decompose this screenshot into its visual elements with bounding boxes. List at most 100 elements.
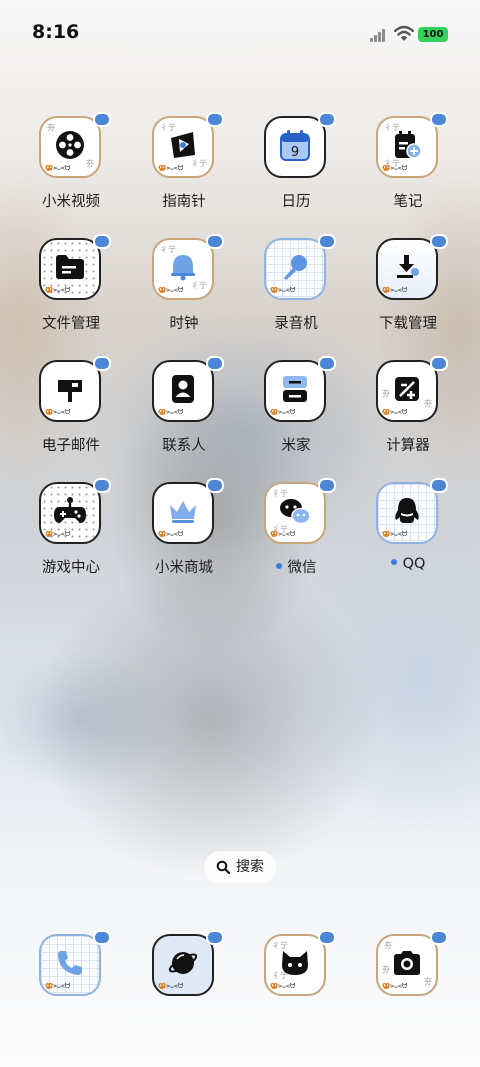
icon-mark: 🥨>ᴗ<ᗢ	[158, 530, 184, 538]
app-file-manager[interactable]: 🥨>ᴗ<ᗢ 文件管理	[17, 234, 125, 342]
app-icon-frame: 🥨>ᴗ<ᗢ	[39, 360, 101, 422]
app-notes[interactable]: 彳亍 彳亍 🥨>ᴗ<ᗢ 笔记	[354, 112, 462, 220]
icon-mark: 🥨>ᴗ<ᗢ	[158, 982, 184, 990]
icon-mark: 🥨>ᴗ<ᗢ	[382, 164, 408, 172]
app-mi-store[interactable]: 🥨>ᴗ<ᗢ 小米商城	[130, 478, 238, 586]
calculator-icon	[395, 376, 419, 401]
fish-badge-icon	[430, 356, 448, 371]
notification-dot	[390, 559, 397, 565]
download-icon	[397, 254, 419, 278]
icon-mark: 🥨>ᴗ<ᗢ	[382, 286, 408, 294]
app-label: 游戏中心	[42, 560, 100, 576]
dock-camera[interactable]: 夯夯夯 🥨>ᴗ<ᗢ	[354, 930, 462, 1038]
app-label: 下载管理	[379, 316, 437, 332]
compass-icon	[171, 131, 195, 158]
film-reel-icon	[56, 130, 84, 159]
icon-mark: 🥨>ᴗ<ᗢ	[45, 408, 71, 416]
home-screen: 8:16 100 夯夯 🥨>ᴗ<ᗢ 小米视频 彳亍 彳亍 🥨>ᴗ<ᗢ 指南针 9…	[0, 0, 480, 1067]
app-label: 指南针	[162, 194, 206, 210]
wifi-icon	[394, 25, 414, 41]
app-icon-frame: 9	[264, 116, 326, 178]
calendar-date: 9	[291, 145, 299, 160]
app-icon-frame: 🥨>ᴗ<ᗢ	[264, 238, 326, 300]
app-email[interactable]: 🥨>ᴗ<ᗢ 电子邮件	[17, 356, 125, 464]
fish-badge-icon	[93, 112, 111, 127]
app-qq[interactable]: 🥨>ᴗ<ᗢ QQ	[354, 478, 462, 586]
app-icon-frame: 🥨>ᴗ<ᗢ	[152, 934, 214, 996]
fish-badge-icon	[206, 356, 224, 371]
app-calculator[interactable]: 夯夯 🥨>ᴗ<ᗢ 计算器	[354, 356, 462, 464]
app-label: 米家	[281, 438, 311, 454]
app-label: 文件管理	[42, 316, 100, 332]
fish-badge-icon	[93, 930, 111, 945]
app-icon-frame: 彳亍 彳亍 🥨>ᴗ<ᗢ	[152, 238, 214, 300]
search-button[interactable]: 搜索	[204, 851, 276, 883]
folder-icon	[56, 254, 84, 279]
icon-mark: 🥨>ᴗ<ᗢ	[45, 982, 71, 990]
planet-icon	[168, 951, 198, 974]
app-label: 联系人	[162, 438, 206, 454]
app-game-center[interactable]: 🥨>ᴗ<ᗢ 游戏中心	[17, 478, 125, 586]
fish-badge-icon	[206, 478, 224, 493]
battery-icon: 100	[418, 27, 448, 42]
app-recorder[interactable]: 🥨>ᴗ<ᗢ 录音机	[242, 234, 350, 342]
app-mi-home[interactable]: 🥨>ᴗ<ᗢ 米家	[242, 356, 350, 464]
calendar-icon: 9	[280, 129, 310, 161]
app-icon-frame: 彳亍 彳亍 🥨>ᴗ<ᗢ	[264, 934, 326, 996]
fish-badge-icon	[430, 234, 448, 249]
app-label: 计算器	[386, 438, 430, 454]
gamepad-icon	[54, 496, 86, 523]
signal-icon	[370, 28, 387, 42]
icon-mark: 🥨>ᴗ<ᗢ	[45, 530, 71, 538]
app-wechat[interactable]: 彳亍 彳亍 🥨>ᴗ<ᗢ 微信	[242, 478, 350, 586]
fish-badge-icon	[430, 930, 448, 945]
dock-phone[interactable]: 🥨>ᴗ<ᗢ	[17, 930, 125, 1038]
dock-browser[interactable]: 🥨>ᴗ<ᗢ	[130, 930, 238, 1038]
fish-badge-icon	[206, 234, 224, 249]
app-icon-frame: 夯夯 🥨>ᴗ<ᗢ	[376, 360, 438, 422]
app-label: 录音机	[274, 316, 318, 332]
app-icon-frame: 🥨>ᴗ<ᗢ	[152, 482, 214, 544]
icon-mark: 🥨>ᴗ<ᗢ	[382, 530, 408, 538]
fish-badge-icon	[318, 234, 336, 249]
app-label: 小米商城	[155, 560, 213, 576]
fish-badge-icon	[318, 930, 336, 945]
app-icon-frame: 🥨>ᴗ<ᗢ	[376, 482, 438, 544]
app-icon-frame: 🥨>ᴗ<ᗢ	[39, 482, 101, 544]
app-label: 电子邮件	[42, 438, 100, 454]
icon-mark: 🥨>ᴗ<ᗢ	[158, 164, 184, 172]
search-label: 搜索	[236, 859, 264, 875]
app-icon-frame: 夯夯 🥨>ᴗ<ᗢ	[39, 116, 101, 178]
fish-badge-icon	[318, 478, 336, 493]
app-icon-frame: 🥨>ᴗ<ᗢ	[264, 360, 326, 422]
fish-badge-icon	[93, 234, 111, 249]
fish-badge-icon	[93, 478, 111, 493]
crown-icon	[170, 500, 196, 523]
notes-icon	[395, 130, 422, 159]
app-label: 微信	[242, 556, 350, 577]
fish-badge-icon	[318, 356, 336, 371]
icon-mark: 🥨>ᴗ<ᗢ	[382, 982, 408, 990]
app-calendar[interactable]: 9 日历	[242, 112, 350, 220]
status-time: 8:16	[32, 21, 80, 43]
fish-badge-icon	[206, 930, 224, 945]
fish-badge-icon	[318, 112, 336, 127]
icon-mark: 🥨>ᴗ<ᗢ	[270, 408, 296, 416]
app-mi-video[interactable]: 夯夯 🥨>ᴗ<ᗢ 小米视频	[17, 112, 125, 220]
app-label: 笔记	[393, 194, 423, 210]
icon-mark: 🥨>ᴗ<ᗢ	[158, 286, 184, 294]
app-clock[interactable]: 彳亍 彳亍 🥨>ᴗ<ᗢ 时钟	[130, 234, 238, 342]
icon-mark: 🥨>ᴗ<ᗢ	[270, 530, 296, 538]
icon-mark: 🥨>ᴗ<ᗢ	[382, 408, 408, 416]
app-icon-frame: 🥨>ᴗ<ᗢ	[39, 238, 101, 300]
mailbox-icon	[58, 379, 82, 402]
app-contacts[interactable]: 🥨>ᴗ<ᗢ 联系人	[130, 356, 238, 464]
app-label: 日历	[281, 194, 311, 210]
penguin-icon	[395, 497, 419, 523]
dock-cat-app[interactable]: 彳亍 彳亍 🥨>ᴗ<ᗢ	[242, 930, 350, 1038]
fish-badge-icon	[206, 112, 224, 127]
app-compass[interactable]: 彳亍 彳亍 🥨>ᴗ<ᗢ 指南针	[130, 112, 238, 220]
app-icon-frame: 彳亍 彳亍 🥨>ᴗ<ᗢ	[376, 116, 438, 178]
app-download-manager[interactable]: 🥨>ᴗ<ᗢ 下载管理	[354, 234, 462, 342]
app-label: QQ	[354, 556, 462, 572]
